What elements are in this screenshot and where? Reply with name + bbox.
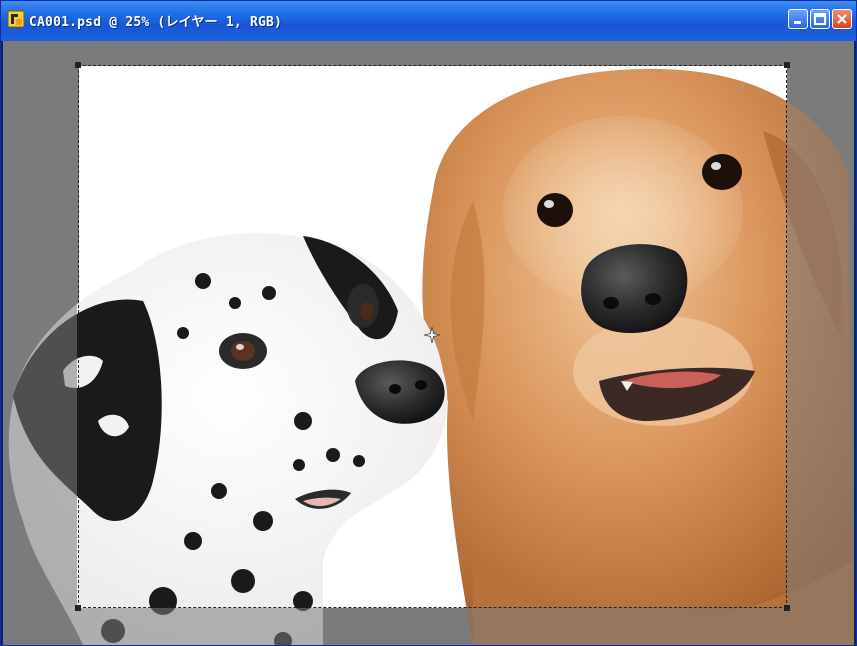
document-window: CA001.psd @ 25% (レイヤー 1, RGB) <box>0 0 857 646</box>
close-icon <box>837 14 847 24</box>
minimize-icon <box>794 21 801 24</box>
close-button[interactable] <box>832 9 852 29</box>
transform-handle-top-right[interactable] <box>784 62 790 68</box>
window-title: CA001.psd @ 25% (レイヤー 1, RGB) <box>29 15 283 30</box>
photoshop-document-icon <box>7 10 25 28</box>
transform-handle-top-left[interactable] <box>75 62 81 68</box>
maximize-button[interactable] <box>810 9 830 29</box>
transform-handle-bottom-right[interactable] <box>784 605 790 611</box>
title-bar[interactable]: CA001.psd @ 25% (レイヤー 1, RGB) <box>1 1 856 41</box>
minimize-button[interactable] <box>788 9 808 29</box>
document-canvas-area[interactable] <box>3 41 854 645</box>
maximize-icon <box>814 13 826 25</box>
transform-cursor-icon <box>424 327 440 343</box>
transform-handle-bottom-left[interactable] <box>75 605 81 611</box>
